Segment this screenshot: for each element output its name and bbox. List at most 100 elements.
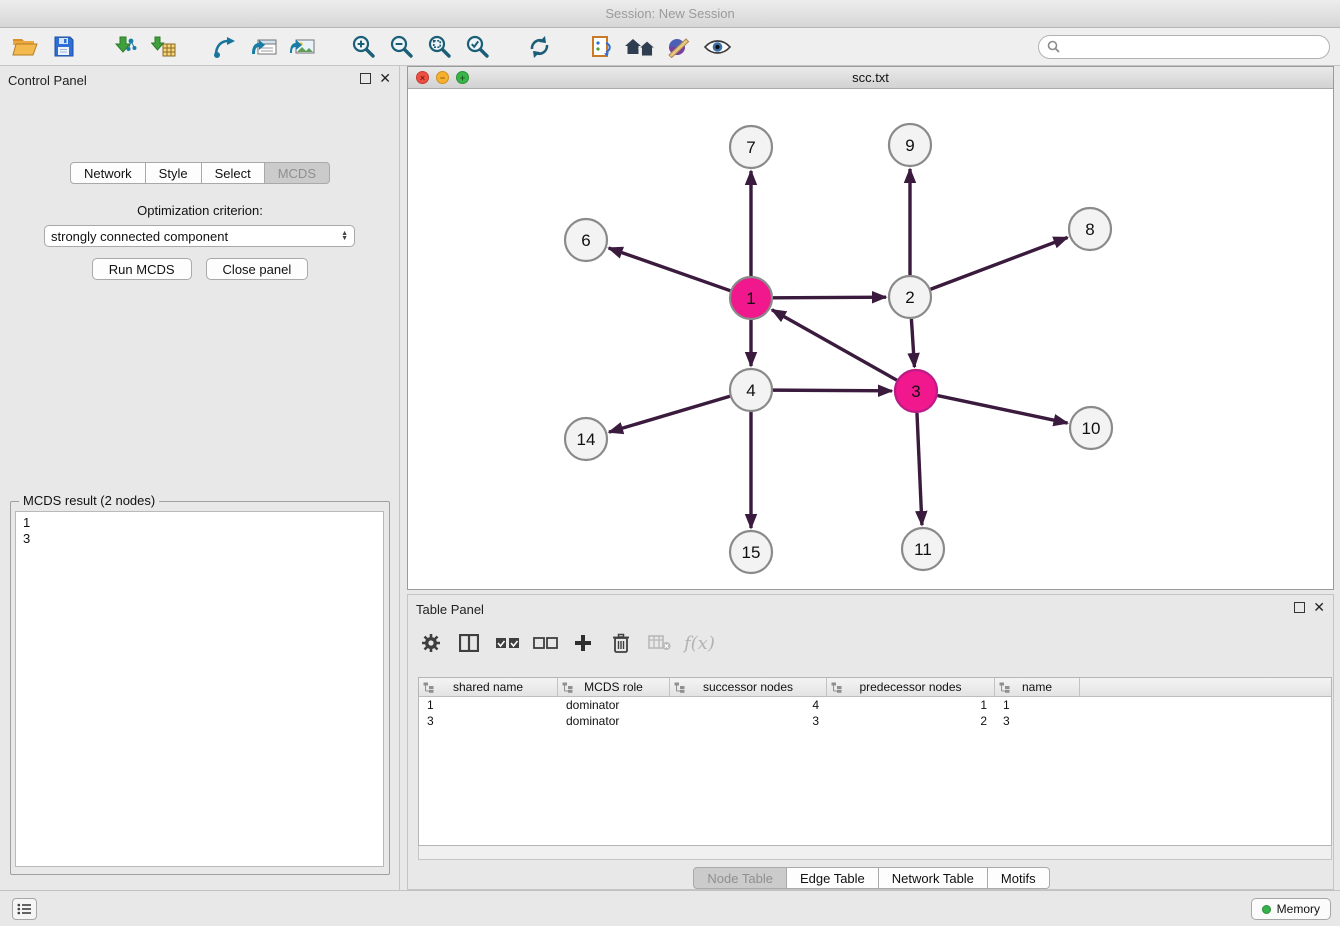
tab-network[interactable]: Network <box>70 162 146 184</box>
node-label-7: 7 <box>746 138 755 157</box>
table-row[interactable]: 3dominator323 <box>419 713 1331 729</box>
window-title: Session: New Session <box>605 6 734 21</box>
table-cell[interactable]: dominator <box>558 698 670 712</box>
refresh-icon[interactable] <box>524 32 554 62</box>
edge-3-to-11[interactable] <box>917 413 922 525</box>
edge-4-to-14[interactable] <box>609 396 730 432</box>
control-panel: Control Panel ✕ NetworkStyleSelectMCDS O… <box>0 66 400 890</box>
node-label-9: 9 <box>905 136 914 155</box>
column-header-successor-nodes[interactable]: successor nodes <box>670 678 827 696</box>
edge-3-to-10[interactable] <box>938 396 1068 423</box>
tab-mcds[interactable]: MCDS <box>265 162 330 184</box>
control-panel-title: Control Panel <box>8 73 87 88</box>
tab-style[interactable]: Style <box>146 162 202 184</box>
fx-label: f(x) <box>684 633 715 654</box>
node-label-8: 8 <box>1085 220 1094 239</box>
network-canvas[interactable]: 7968124314101511 <box>408 89 1333 589</box>
minimize-window-icon[interactable]: − <box>436 71 449 84</box>
window-titlebar[interactable]: Session: New Session <box>0 0 1340 28</box>
column-header-name[interactable]: name <box>995 678 1080 696</box>
tab-select[interactable]: Select <box>202 162 265 184</box>
network-manager-icon[interactable] <box>210 32 240 62</box>
close-panel-button[interactable]: Close panel <box>206 258 309 280</box>
node-label-10: 10 <box>1082 419 1101 438</box>
criterion-dropdown-value: strongly connected component <box>51 229 341 244</box>
criterion-dropdown[interactable]: strongly connected component ▲▼ <box>44 225 355 247</box>
float-panel-icon[interactable] <box>360 73 371 84</box>
copy-style-icon[interactable] <box>586 32 616 62</box>
select-none-icon[interactable] <box>532 629 558 657</box>
column-header-mcds-role[interactable]: MCDS role <box>558 678 670 696</box>
close-window-icon[interactable]: × <box>416 71 429 84</box>
trash-icon[interactable] <box>608 629 634 657</box>
dropdown-chevrons-icon: ▲▼ <box>341 231 348 241</box>
memory-button[interactable]: Memory <box>1251 898 1331 920</box>
import-table-icon[interactable] <box>148 32 178 62</box>
column-header-filler <box>1080 678 1331 696</box>
table-tab-motifs[interactable]: Motifs <box>988 867 1050 889</box>
zoom-selected-icon[interactable] <box>462 32 492 62</box>
zoom-window-icon[interactable]: + <box>456 71 469 84</box>
search-input[interactable] <box>1065 40 1321 54</box>
open-file-icon[interactable] <box>10 32 40 62</box>
column-header-label: successor nodes <box>703 680 793 694</box>
node-label-3: 3 <box>911 382 920 401</box>
edge-2-to-3[interactable] <box>911 319 914 367</box>
mcds-result-groupbox: MCDS result (2 nodes) 1 3 <box>10 501 390 875</box>
column-header-predecessor-nodes[interactable]: predecessor nodes <box>827 678 995 696</box>
zoom-in-icon[interactable] <box>348 32 378 62</box>
network-window-titlebar[interactable]: × − + scc.txt <box>408 67 1333 89</box>
table-tab-network-table[interactable]: Network Table <box>879 867 988 889</box>
run-mcds-button[interactable]: Run MCDS <box>92 258 192 280</box>
delete-table-icon <box>646 629 672 657</box>
mcds-result-text[interactable]: 1 3 <box>15 511 384 867</box>
edge-1-to-2[interactable] <box>773 297 886 298</box>
table-panel-tabs: Node TableEdge TableNetwork TableMotifs <box>408 867 1335 889</box>
edge-4-to-3[interactable] <box>773 390 892 391</box>
gear-icon[interactable] <box>418 629 444 657</box>
add-row-icon[interactable] <box>570 629 596 657</box>
table-cell[interactable]: 1 <box>827 698 995 712</box>
network-view-window: × − + scc.txt 7968124314101511 <box>407 66 1334 590</box>
edge-1-to-6[interactable] <box>609 248 731 291</box>
import-network-icon[interactable] <box>110 32 140 62</box>
node-label-11: 11 <box>914 540 932 559</box>
float-table-panel-icon[interactable] <box>1294 602 1305 613</box>
select-all-icon[interactable] <box>494 629 520 657</box>
close-panel-icon[interactable]: ✕ <box>379 72 391 84</box>
network-window-title: scc.txt <box>852 70 889 85</box>
column-header-label: name <box>1022 680 1052 694</box>
table-cell[interactable]: 1 <box>419 698 558 712</box>
apply-style-icon[interactable] <box>664 32 694 62</box>
column-header-shared-name[interactable]: shared name <box>419 678 558 696</box>
table-cell[interactable]: 3 <box>995 714 1080 728</box>
show-graphics-details-icon[interactable] <box>702 32 732 62</box>
table-panel-title: Table Panel <box>416 602 484 617</box>
table-body: 1dominator4113dominator323 <box>419 697 1331 729</box>
table-cell[interactable]: 2 <box>827 714 995 728</box>
home-networks-icon[interactable] <box>624 32 656 62</box>
close-table-panel-icon[interactable]: ✕ <box>1313 601 1325 613</box>
table-cell[interactable]: 3 <box>670 714 827 728</box>
edge-3-to-1[interactable] <box>772 310 897 380</box>
network-graph: 7968124314101511 <box>408 89 1333 589</box>
edge-2-to-8[interactable] <box>931 237 1068 289</box>
show-panels-list-icon[interactable] <box>12 898 37 920</box>
main-toolbar <box>0 28 1340 66</box>
table-row[interactable]: 1dominator411 <box>419 697 1331 713</box>
table-horizontal-scrollbar[interactable] <box>418 846 1332 860</box>
table-cell[interactable]: dominator <box>558 714 670 728</box>
search-box[interactable] <box>1038 35 1330 59</box>
table-tab-edge-table[interactable]: Edge Table <box>787 867 879 889</box>
export-image-icon[interactable] <box>286 32 316 62</box>
save-session-icon[interactable] <box>48 32 78 62</box>
table-cell[interactable]: 1 <box>995 698 1080 712</box>
table-header-row: shared nameMCDS role successor nodes prede… <box>419 678 1331 697</box>
table-tab-node-table[interactable]: Node Table <box>693 867 787 889</box>
column-view-icon[interactable] <box>456 629 482 657</box>
table-manager-icon[interactable] <box>248 32 278 62</box>
table-cell[interactable]: 3 <box>419 714 558 728</box>
table-cell[interactable]: 4 <box>670 698 827 712</box>
zoom-out-icon[interactable] <box>386 32 416 62</box>
zoom-fit-icon[interactable] <box>424 32 454 62</box>
